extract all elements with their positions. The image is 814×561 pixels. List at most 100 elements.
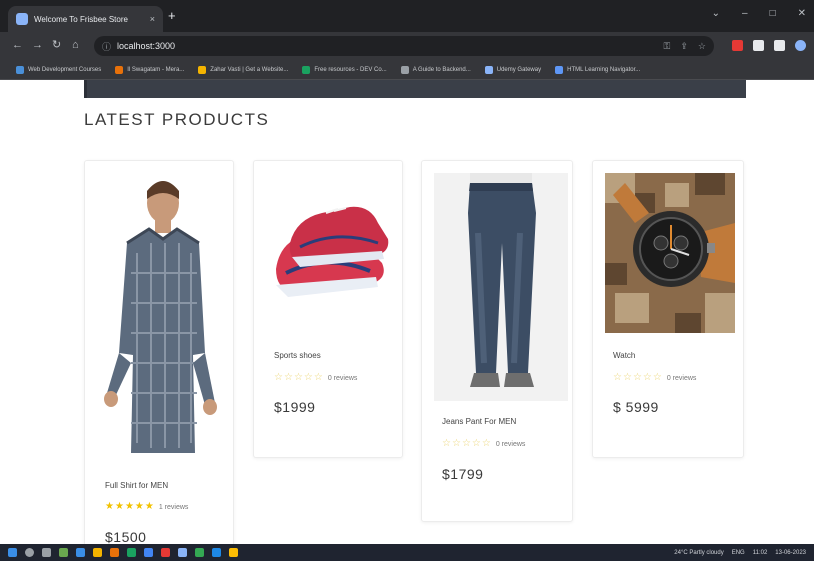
new-tab-button[interactable]: + bbox=[168, 9, 176, 22]
app-icon[interactable] bbox=[76, 548, 85, 557]
start-icon[interactable] bbox=[8, 548, 17, 557]
key-icon[interactable]: ⚿ bbox=[664, 41, 671, 52]
bookmark-label: Il Swagatam - Mera... bbox=[127, 66, 185, 73]
app-icon[interactable] bbox=[59, 548, 68, 557]
extension-icon[interactable] bbox=[732, 40, 743, 51]
address-bar[interactable]: ⓘ ⚿ ⇪ ☆ bbox=[94, 36, 714, 56]
product-rating: ☆ ☆ ☆ ☆ ☆ 0 reviews bbox=[274, 373, 357, 383]
app-icon[interactable] bbox=[110, 548, 119, 557]
bookmark-item[interactable]: Web Development Courses bbox=[16, 65, 101, 74]
favicon-icon bbox=[16, 13, 28, 25]
watch-image bbox=[605, 173, 735, 333]
bookmark-star-icon[interactable]: ☆ bbox=[698, 41, 706, 52]
language-text[interactable]: ENG bbox=[732, 550, 745, 556]
bookmarks-bar: Web Development Courses Il Swagatam - Mer… bbox=[0, 60, 814, 80]
close-tab-icon[interactable]: × bbox=[150, 14, 155, 24]
star-empty-icon: ☆ bbox=[303, 372, 313, 383]
taskview-icon[interactable] bbox=[42, 548, 51, 557]
rating-stars: ★ ★ ★ ★ ★ bbox=[105, 502, 154, 512]
folder-icon[interactable] bbox=[93, 548, 102, 557]
star-empty-icon: ☆ bbox=[471, 438, 481, 449]
app-icon[interactable] bbox=[229, 548, 238, 557]
product-name[interactable]: Watch bbox=[613, 351, 635, 360]
minimize-icon[interactable]: – bbox=[742, 8, 748, 19]
close-window-icon[interactable]: ✕ bbox=[798, 8, 806, 19]
product-name[interactable]: Sports shoes bbox=[274, 351, 321, 360]
bookmark-icon bbox=[302, 65, 311, 74]
product-price: $1999 bbox=[274, 399, 316, 415]
bookmark-icon bbox=[198, 65, 207, 74]
bookmark-icon bbox=[555, 65, 564, 74]
reload-icon[interactable]: ↻ bbox=[52, 39, 61, 51]
app-icon[interactable] bbox=[127, 548, 136, 557]
vscode-icon[interactable] bbox=[212, 548, 221, 557]
bookmark-item[interactable]: Zahar Vasti | Get a Website... bbox=[198, 65, 289, 74]
star-filled-icon: ★ bbox=[124, 501, 134, 512]
product-card[interactable]: Sports shoes ☆ ☆ ☆ ☆ ☆ 0 reviews $1999 bbox=[253, 160, 403, 458]
product-price: $1799 bbox=[442, 466, 484, 482]
chevron-down-icon[interactable]: ⌄ bbox=[712, 8, 720, 19]
product-price: $1500 bbox=[105, 529, 147, 544]
browser-tab[interactable]: Welcome To Frisbee Store × bbox=[8, 6, 163, 32]
back-icon[interactable]: ← bbox=[12, 39, 23, 51]
star-empty-icon: ☆ bbox=[442, 438, 451, 449]
review-count: 0 reviews bbox=[495, 440, 526, 448]
chrome-icon[interactable] bbox=[144, 548, 153, 557]
bookmark-item[interactable]: Il Swagatam - Mera... bbox=[115, 65, 185, 74]
star-empty-icon: ☆ bbox=[642, 372, 652, 383]
product-name[interactable]: Full Shirt for MEN bbox=[105, 481, 168, 490]
star-filled-icon: ★ bbox=[114, 501, 124, 512]
puzzle-icon[interactable] bbox=[753, 40, 764, 51]
page-viewport: LATEST PRODUCTS Full Shirt for MEN ★ ★ ★… bbox=[0, 80, 814, 544]
jeans-image bbox=[434, 173, 568, 401]
product-card[interactable]: Watch ☆ ☆ ☆ ☆ ☆ 0 reviews $ 5999 bbox=[592, 160, 744, 458]
star-filled-icon: ★ bbox=[134, 501, 144, 512]
url-input[interactable] bbox=[117, 41, 318, 51]
weather-text[interactable]: 24°C Partly cloudy bbox=[674, 550, 723, 556]
bookmark-label: A Guide to Backend... bbox=[412, 66, 471, 73]
product-rating: ☆ ☆ ☆ ☆ ☆ 0 reviews bbox=[613, 373, 696, 383]
app-icon[interactable] bbox=[178, 548, 187, 557]
clock-time[interactable]: 11:02 bbox=[753, 550, 768, 556]
bookmark-item[interactable]: A Guide to Backend... bbox=[400, 65, 471, 74]
bookmark-item[interactable]: Free resources - DEV Co... bbox=[302, 65, 387, 74]
home-icon[interactable]: ⌂ bbox=[72, 39, 79, 51]
app-icon[interactable] bbox=[161, 548, 170, 557]
star-empty-icon: ☆ bbox=[461, 438, 471, 449]
rating-stars: ☆ ☆ ☆ ☆ ☆ bbox=[613, 373, 662, 383]
review-count: 0 reviews bbox=[666, 374, 697, 382]
header-banner bbox=[84, 80, 746, 98]
star-filled-icon: ★ bbox=[144, 501, 154, 512]
bookmark-item[interactable]: HTML Learning Navigator... bbox=[555, 65, 640, 74]
maximize-icon[interactable]: □ bbox=[770, 8, 776, 19]
product-rating: ★ ★ ★ ★ ★ 1 reviews bbox=[105, 502, 188, 512]
share-icon[interactable]: ⇪ bbox=[680, 41, 688, 52]
bookmark-label: Zahar Vasti | Get a Website... bbox=[210, 66, 289, 73]
rating-stars: ☆ ☆ ☆ ☆ ☆ bbox=[274, 373, 323, 383]
star-empty-icon: ☆ bbox=[274, 372, 283, 383]
star-empty-icon: ☆ bbox=[283, 372, 293, 383]
star-empty-icon: ☆ bbox=[632, 372, 642, 383]
forward-icon[interactable]: → bbox=[32, 39, 43, 51]
search-icon[interactable] bbox=[25, 548, 34, 557]
star-empty-icon: ☆ bbox=[451, 438, 461, 449]
window-controls: ⌄ – □ ✕ bbox=[712, 8, 806, 19]
bookmark-icon bbox=[16, 65, 24, 74]
info-icon[interactable]: ⓘ bbox=[102, 40, 111, 53]
bookmark-item[interactable]: Udemy Gateway bbox=[484, 65, 541, 74]
profile-avatar[interactable] bbox=[795, 40, 806, 51]
windows-taskbar: 24°C Partly cloudy ENG 11:02 13-06-2023 bbox=[0, 544, 814, 561]
app-icon[interactable] bbox=[195, 548, 204, 557]
sidepanel-icon[interactable] bbox=[774, 40, 785, 51]
product-rating: ☆ ☆ ☆ ☆ ☆ 0 reviews bbox=[442, 439, 525, 449]
bookmark-icon bbox=[115, 65, 124, 74]
product-card[interactable]: Full Shirt for MEN ★ ★ ★ ★ ★ 1 reviews $1500 bbox=[84, 160, 234, 544]
review-count: 1 reviews bbox=[158, 503, 189, 511]
product-name[interactable]: Jeans Pant For MEN bbox=[442, 417, 516, 426]
tab-title: Welcome To Frisbee Store bbox=[34, 14, 128, 24]
product-card[interactable]: Jeans Pant For MEN ☆ ☆ ☆ ☆ ☆ 0 reviews $1799 bbox=[421, 160, 573, 522]
shirt-image bbox=[97, 173, 223, 463]
bookmark-icon bbox=[484, 65, 493, 74]
bookmark-label: Free resources - DEV Co... bbox=[314, 66, 387, 73]
clock-date[interactable]: 13-06-2023 bbox=[775, 550, 806, 556]
